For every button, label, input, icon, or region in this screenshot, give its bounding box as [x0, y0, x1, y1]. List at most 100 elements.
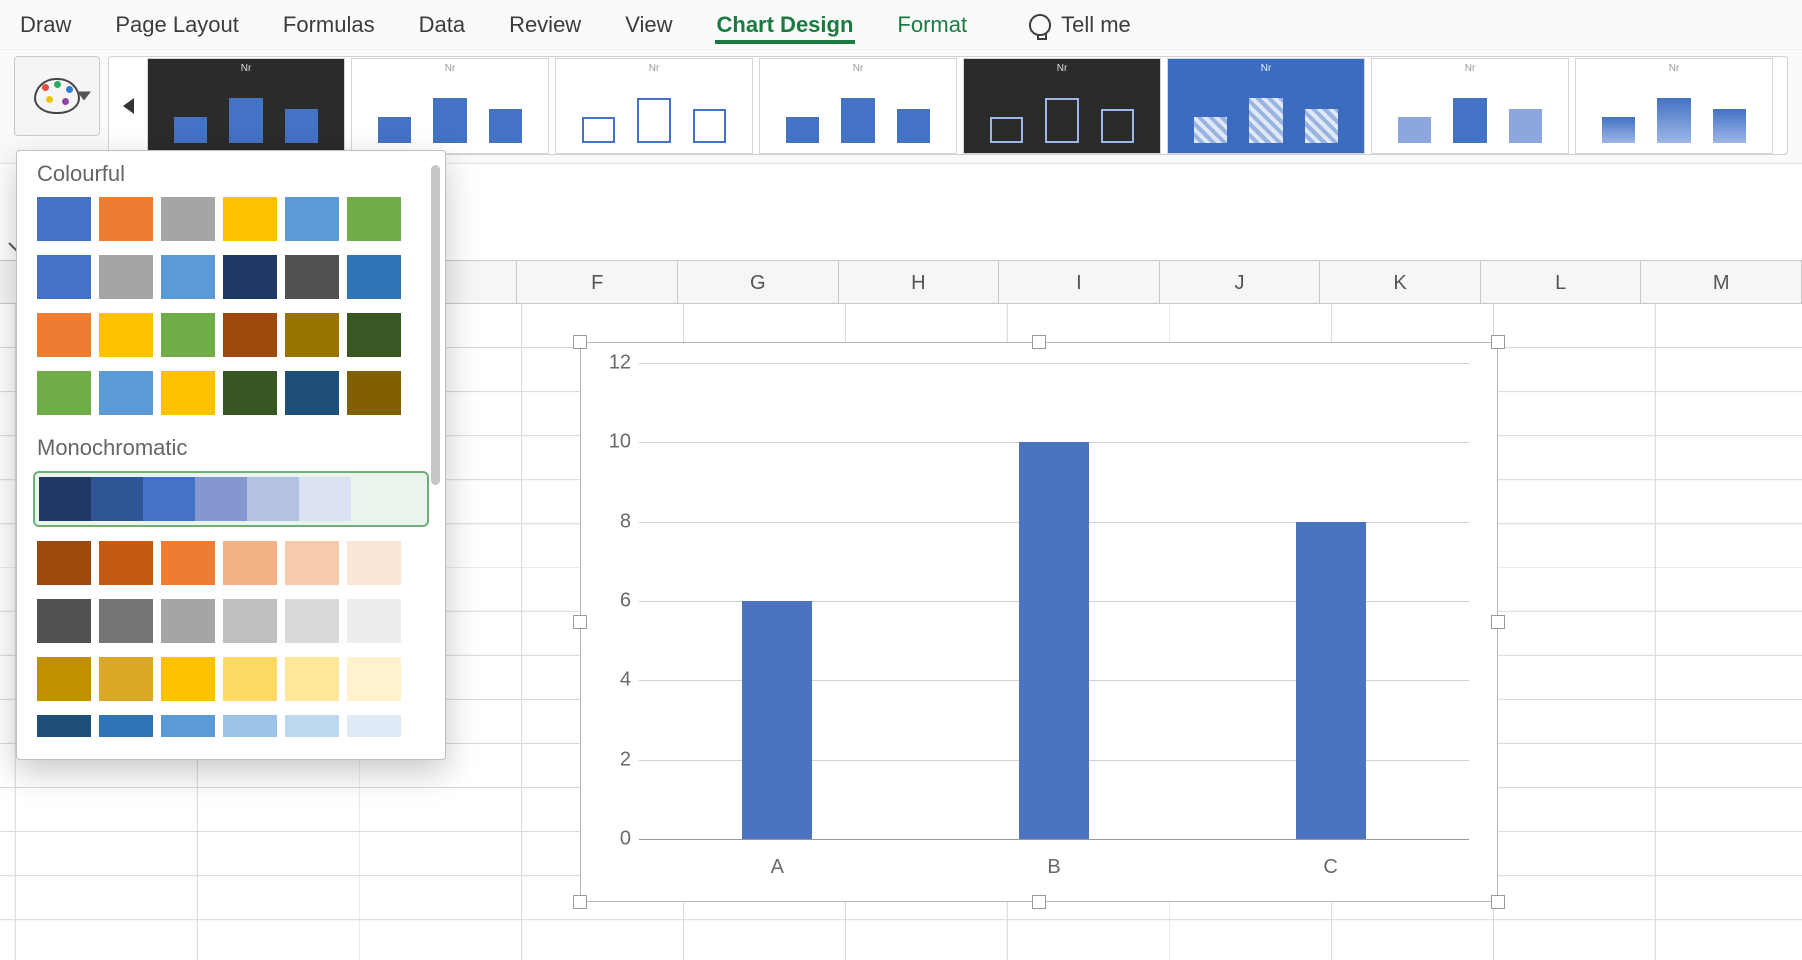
- color-swatch: [161, 371, 215, 415]
- color-swatch: [37, 255, 91, 299]
- chart-style-8[interactable]: Nr: [1575, 58, 1773, 154]
- chart-style-gallery: Nr Nr Nr Nr Nr Nr Nr Nr: [108, 56, 1788, 155]
- color-swatch: [347, 197, 401, 241]
- chart-object[interactable]: 024681012ABC: [580, 342, 1498, 902]
- col-header-H[interactable]: H: [839, 261, 1000, 303]
- thumb-title: Nr: [1576, 63, 1772, 74]
- col-header-I[interactable]: I: [999, 261, 1160, 303]
- y-tick-label: 4: [597, 669, 631, 692]
- palette-icon: [34, 78, 80, 114]
- plot-area[interactable]: 024681012ABC: [639, 363, 1469, 839]
- palette-colourful-1[interactable]: [37, 197, 425, 241]
- color-swatch: [223, 541, 277, 585]
- gridline: [639, 839, 1469, 840]
- palette-mono-1[interactable]: [33, 471, 429, 527]
- palette-colourful-4[interactable]: [37, 371, 425, 415]
- chart-style-6[interactable]: Nr: [1167, 58, 1365, 154]
- scrollbar[interactable]: [431, 165, 440, 485]
- tab-chart-design[interactable]: Chart Design: [715, 6, 856, 44]
- chart-style-2[interactable]: Nr: [351, 58, 549, 154]
- color-swatch: [223, 715, 277, 737]
- tab-formulas[interactable]: Formulas: [281, 6, 377, 44]
- color-swatch: [285, 255, 339, 299]
- tab-draw[interactable]: Draw: [18, 6, 73, 44]
- change-colors-button[interactable]: [14, 56, 100, 136]
- color-swatch: [223, 197, 277, 241]
- color-swatch: [37, 599, 91, 643]
- color-swatch: [37, 313, 91, 357]
- y-tick-label: 10: [597, 431, 631, 454]
- col-header-K[interactable]: K: [1320, 261, 1481, 303]
- color-swatch: [347, 657, 401, 701]
- color-swatch: [285, 313, 339, 357]
- col-header-G[interactable]: G: [678, 261, 839, 303]
- color-swatch: [161, 541, 215, 585]
- x-tick-label: A: [771, 856, 784, 879]
- palette-colourful-3[interactable]: [37, 313, 425, 357]
- palette-mono-3[interactable]: [37, 599, 425, 643]
- color-swatch: [285, 715, 339, 737]
- section-colourful: Colourful: [31, 155, 431, 197]
- color-swatch: [91, 477, 143, 521]
- color-swatch: [347, 715, 401, 737]
- palette-colourful-2[interactable]: [37, 255, 425, 299]
- color-swatch: [223, 599, 277, 643]
- resize-handle-br[interactable]: [1491, 895, 1505, 909]
- color-swatch: [285, 599, 339, 643]
- thumb-title: Nr: [1372, 63, 1568, 74]
- resize-handle-bl[interactable]: [573, 895, 587, 909]
- col-header-M[interactable]: M: [1641, 261, 1802, 303]
- tab-format[interactable]: Format: [895, 6, 969, 44]
- color-swatch: [347, 541, 401, 585]
- color-swatch: [247, 477, 299, 521]
- resize-handle-ml[interactable]: [573, 615, 587, 629]
- resize-handle-mr[interactable]: [1491, 615, 1505, 629]
- gallery-prev-button[interactable]: [115, 61, 141, 151]
- ribbon-tabs: Draw Page Layout Formulas Data Review Vi…: [0, 0, 1802, 50]
- resize-handle-tl[interactable]: [573, 335, 587, 349]
- palette-mono-4[interactable]: [37, 657, 425, 701]
- section-monochrome: Monochromatic: [31, 429, 431, 471]
- color-swatch: [285, 371, 339, 415]
- palette-mono-5[interactable]: [37, 715, 425, 737]
- chart-style-7[interactable]: Nr: [1371, 58, 1569, 154]
- chart-style-5[interactable]: Nr: [963, 58, 1161, 154]
- chart-bar[interactable]: [742, 601, 812, 839]
- ribbon-content: Nr Nr Nr Nr Nr Nr Nr Nr: [0, 50, 1802, 164]
- col-header-L[interactable]: L: [1481, 261, 1642, 303]
- color-swatch: [223, 371, 277, 415]
- color-swatch: [347, 371, 401, 415]
- tell-me[interactable]: Tell me: [1029, 12, 1131, 38]
- chart-bar[interactable]: [1296, 522, 1366, 839]
- color-swatch: [161, 197, 215, 241]
- color-swatch: [161, 657, 215, 701]
- chart-style-1[interactable]: Nr: [147, 58, 345, 154]
- tab-view[interactable]: View: [623, 6, 674, 44]
- thumb-title: Nr: [148, 63, 344, 74]
- y-tick-label: 6: [597, 590, 631, 613]
- palette-mono-2[interactable]: [37, 541, 425, 585]
- y-tick-label: 12: [597, 352, 631, 375]
- thumb-title: Nr: [556, 63, 752, 74]
- change-colors-dropdown: Colourful Monochromatic: [16, 150, 446, 760]
- tab-page-layout[interactable]: Page Layout: [113, 6, 241, 44]
- chart-bar[interactable]: [1019, 442, 1089, 839]
- color-swatch: [99, 715, 153, 737]
- color-swatch: [161, 255, 215, 299]
- chevron-down-icon: [77, 92, 91, 101]
- col-header-F[interactable]: F: [517, 261, 678, 303]
- color-swatch: [37, 371, 91, 415]
- tab-review[interactable]: Review: [507, 6, 583, 44]
- thumb-title: Nr: [964, 63, 1160, 74]
- gridline: [639, 363, 1469, 364]
- color-swatch: [99, 255, 153, 299]
- x-tick-label: B: [1047, 856, 1060, 879]
- tab-data[interactable]: Data: [417, 6, 467, 44]
- chart-style-3[interactable]: Nr: [555, 58, 753, 154]
- resize-handle-bm[interactable]: [1032, 895, 1046, 909]
- col-header-J[interactable]: J: [1160, 261, 1321, 303]
- resize-handle-tr[interactable]: [1491, 335, 1505, 349]
- chart-style-4[interactable]: Nr: [759, 58, 957, 154]
- color-swatch: [285, 657, 339, 701]
- resize-handle-tm[interactable]: [1032, 335, 1046, 349]
